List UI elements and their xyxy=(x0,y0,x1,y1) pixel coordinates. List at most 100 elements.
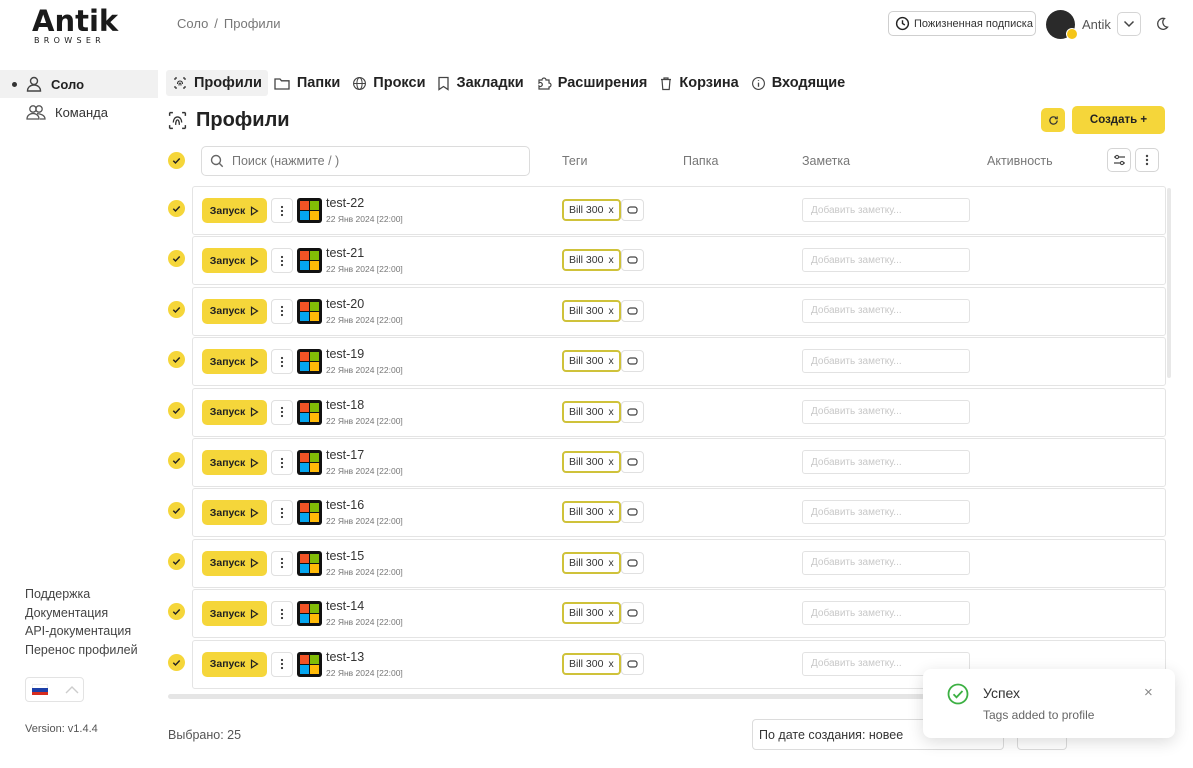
launch-button[interactable]: Запуск xyxy=(202,550,267,576)
column-settings-button[interactable] xyxy=(1107,148,1131,172)
launch-button[interactable]: Запуск xyxy=(202,349,267,375)
row-checkbox[interactable] xyxy=(168,552,185,570)
tag-chip[interactable]: Bill 300 x xyxy=(562,350,621,373)
row-checkbox[interactable] xyxy=(168,351,185,369)
add-tag-button[interactable] xyxy=(621,501,644,524)
subscription-button[interactable]: Пожизненная подписка xyxy=(888,11,1036,36)
tag-remove-icon[interactable]: x xyxy=(608,406,613,418)
add-tag-button[interactable] xyxy=(621,350,644,373)
tag-remove-icon[interactable]: x xyxy=(608,355,613,367)
support-link[interactable]: Поддержка xyxy=(25,585,138,604)
profile-name[interactable]: test-22 xyxy=(326,196,364,210)
docs-link[interactable]: Документация xyxy=(25,604,138,623)
launch-button[interactable]: Запуск xyxy=(202,450,267,475)
tag-chip[interactable]: Bill 300 x xyxy=(562,451,621,473)
add-tag-button[interactable] xyxy=(621,400,644,423)
row-checkbox[interactable] xyxy=(168,502,185,520)
add-tag-button[interactable] xyxy=(621,199,644,221)
tag-chip[interactable]: Bill 300 x xyxy=(562,501,621,524)
profile-name[interactable]: test-13 xyxy=(326,650,364,664)
sidebar-item-team[interactable]: Команда xyxy=(0,98,158,126)
row-menu-button[interactable] xyxy=(271,298,293,324)
launch-button[interactable]: Запуск xyxy=(202,601,267,627)
select-all-checkbox[interactable] xyxy=(168,152,185,169)
profile-name[interactable]: test-20 xyxy=(326,297,364,311)
row-checkbox[interactable] xyxy=(168,653,185,671)
api-docs-link[interactable]: API-документация xyxy=(25,622,138,641)
launch-button[interactable]: Запуск xyxy=(202,399,267,425)
note-input[interactable] xyxy=(802,500,970,525)
profile-name[interactable]: test-19 xyxy=(326,347,364,361)
tag-remove-icon[interactable]: x xyxy=(608,658,613,670)
note-input[interactable] xyxy=(802,198,970,222)
profile-name[interactable]: test-16 xyxy=(326,498,364,512)
launch-button[interactable]: Запуск xyxy=(202,500,267,526)
theme-toggle-button[interactable] xyxy=(1150,12,1174,36)
add-tag-button[interactable] xyxy=(621,551,644,574)
tag-chip[interactable]: Bill 300 x xyxy=(562,299,621,322)
row-menu-button[interactable] xyxy=(271,450,293,475)
note-input[interactable] xyxy=(802,399,970,424)
tag-chip[interactable]: Bill 300 x xyxy=(562,400,621,423)
note-input[interactable] xyxy=(802,298,970,323)
row-checkbox[interactable] xyxy=(168,300,185,318)
tab-proxies[interactable]: Прокси xyxy=(346,70,431,96)
tag-remove-icon[interactable]: x xyxy=(608,305,613,317)
profile-name[interactable]: test-21 xyxy=(326,246,364,260)
launch-button[interactable]: Запуск xyxy=(202,248,267,274)
tag-chip[interactable]: Bill 300 x xyxy=(562,199,621,221)
row-checkbox[interactable] xyxy=(168,452,185,469)
row-menu-button[interactable] xyxy=(271,500,293,526)
add-tag-button[interactable] xyxy=(621,451,644,473)
tab-extensions[interactable]: Расширения xyxy=(530,70,654,96)
tab-bookmarks[interactable]: Закладки xyxy=(431,70,529,96)
tag-chip[interactable]: Bill 300 x xyxy=(562,249,621,272)
profile-transfer-link[interactable]: Перенос профилей xyxy=(25,641,138,660)
tag-chip[interactable]: Bill 300 x xyxy=(562,551,621,574)
column-header-tags[interactable]: Теги xyxy=(562,154,587,168)
search-input[interactable] xyxy=(232,154,512,168)
column-header-note[interactable]: Заметка xyxy=(802,154,850,168)
tag-remove-icon[interactable]: x xyxy=(608,254,613,266)
tag-remove-icon[interactable]: x xyxy=(608,557,613,569)
refresh-button[interactable] xyxy=(1041,108,1065,132)
add-tag-button[interactable] xyxy=(621,652,644,675)
user-menu-button[interactable] xyxy=(1117,12,1141,36)
profile-name[interactable]: test-15 xyxy=(326,549,364,563)
row-menu-button[interactable] xyxy=(271,399,293,425)
profile-name[interactable]: test-14 xyxy=(326,599,364,613)
row-menu-button[interactable] xyxy=(271,651,293,677)
row-checkbox[interactable] xyxy=(168,401,185,419)
row-menu-button[interactable] xyxy=(271,198,293,223)
add-tag-button[interactable] xyxy=(621,602,644,625)
row-menu-button[interactable] xyxy=(271,550,293,576)
row-menu-button[interactable] xyxy=(271,349,293,375)
tab-profiles[interactable]: Профили xyxy=(166,70,268,96)
table-more-button[interactable] xyxy=(1135,148,1159,172)
launch-button[interactable]: Запуск xyxy=(202,651,267,677)
note-input[interactable] xyxy=(802,248,970,273)
launch-button[interactable]: Запуск xyxy=(202,198,267,223)
note-input[interactable] xyxy=(802,601,970,626)
note-input[interactable] xyxy=(802,550,970,575)
language-select[interactable] xyxy=(25,677,84,702)
column-header-folder[interactable]: Папка xyxy=(683,154,718,168)
tag-remove-icon[interactable]: x xyxy=(608,607,613,619)
avatar[interactable] xyxy=(1046,10,1078,40)
tag-remove-icon[interactable]: x xyxy=(608,456,613,468)
profile-name[interactable]: test-18 xyxy=(326,398,364,412)
tab-trash[interactable]: Корзина xyxy=(653,70,744,96)
tag-chip[interactable]: Bill 300 x xyxy=(562,602,621,625)
tab-inbox[interactable]: Входящие xyxy=(745,70,852,96)
row-checkbox[interactable] xyxy=(168,250,185,268)
launch-button[interactable]: Запуск xyxy=(202,298,267,324)
profile-name[interactable]: test-17 xyxy=(326,448,364,462)
breadcrumb-root[interactable]: Соло xyxy=(177,16,208,31)
add-tag-button[interactable] xyxy=(621,299,644,322)
note-input[interactable] xyxy=(802,450,970,474)
column-header-activity[interactable]: Активность xyxy=(987,154,1053,168)
create-profile-button[interactable]: Создать + xyxy=(1072,106,1165,134)
close-icon[interactable]: × xyxy=(1144,684,1153,701)
tag-chip[interactable]: Bill 300 x xyxy=(562,652,621,675)
sidebar-item-solo[interactable]: Соло xyxy=(0,70,158,98)
